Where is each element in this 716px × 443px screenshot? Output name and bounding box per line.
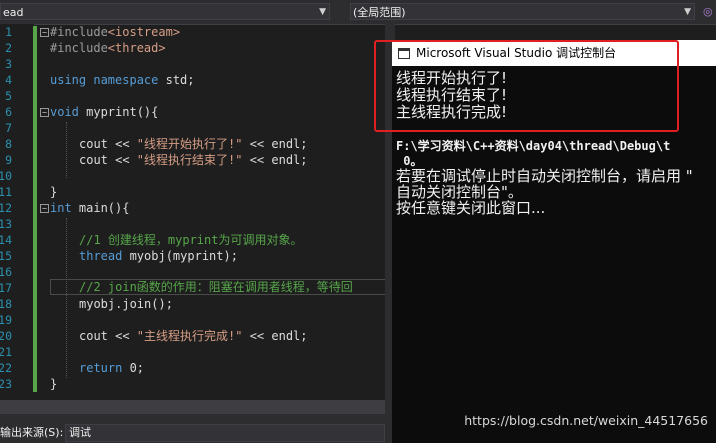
line-number: 20 [0, 329, 12, 343]
line-number: 14 [0, 233, 12, 247]
line-number: 12 [0, 201, 12, 215]
line-number: 11 [0, 185, 12, 199]
code-line-18: myobj.join(); [79, 297, 173, 311]
scope-dropdown-value: (全局范围) [353, 6, 406, 19]
line-number: 15 [0, 249, 12, 263]
code-text: cout << [79, 137, 137, 151]
line-number: 6 [5, 105, 12, 119]
code-text: << endl; [242, 137, 308, 151]
line-number: 23 [0, 377, 12, 391]
indent-guide [66, 218, 67, 378]
line-number: 2 [5, 41, 12, 55]
navigation-icon[interactable]: ◎ [701, 3, 716, 20]
string-literal: "线程执行结束了!" [136, 153, 243, 167]
code-line-14: //1 创建线程，myprint为可调用对象。 [79, 233, 303, 247]
output-source-label: 输出来源(S): [0, 426, 64, 439]
code-text: main(){ [71, 201, 130, 215]
code-line-11: } [50, 185, 58, 199]
project-dropdown-value: ead [3, 6, 24, 19]
chevron-down-icon: ▼ [684, 7, 691, 17]
code-line-6: void myprint(){ [50, 104, 158, 120]
line-number: 18 [0, 297, 12, 311]
line-number: 17 [0, 281, 12, 295]
keyword: return [79, 361, 123, 375]
line-number: 3 [5, 57, 12, 71]
code-line-12: int main(){ [50, 200, 129, 216]
code-text: << endl; [242, 153, 308, 167]
collapse-icon[interactable]: − [40, 28, 49, 37]
navigation-bar: ead ▼ (全局范围) ▼ ◎ [0, 0, 716, 25]
indent-guide [66, 122, 67, 178]
console-output-line: F:\学习资料\C++资料\day04\thread\Debug\t [396, 139, 671, 153]
code-line-9: cout << "线程执行结束了!" << endl; [79, 152, 308, 168]
keyword: using namespace [50, 73, 159, 87]
console-output-line: 若要在调试停止时自动关闭控制台，请启用 " [396, 167, 693, 185]
code-line-8: cout << "线程开始执行了!" << endl; [79, 136, 308, 152]
code-line-20: cout << "主线程执行完成!" << endl; [79, 328, 308, 344]
keyword: void [50, 105, 79, 119]
code-text: 0; [122, 361, 145, 375]
output-source-select[interactable]: 调试 [65, 424, 385, 442]
line-number: 1 [5, 25, 12, 39]
line-number: 8 [5, 137, 12, 151]
collapse-icon[interactable]: − [40, 108, 49, 117]
keyword: int [50, 201, 72, 215]
line-number: 9 [5, 153, 12, 167]
preprocessor-directive: #include [50, 41, 108, 55]
horizontal-scrollbar[interactable] [0, 400, 385, 414]
code-line-4: using namespace std; [50, 72, 195, 88]
line-number: 10 [0, 169, 12, 183]
code-line-23: } [50, 377, 58, 391]
code-line-1: #include<iostream> [50, 24, 180, 40]
line-number-gutter: 1 2 3 4 5 6 7 8 9 10 11 12 13 14 15 16 17 18 19 20 21 22 23 [0, 24, 34, 400]
change-indicator-bar [33, 26, 37, 392]
line-number: 19 [0, 313, 12, 327]
highlight-annotation-box [374, 40, 679, 132]
line-number: 13 [0, 217, 12, 231]
code-text: << endl; [242, 329, 308, 343]
code-line-2: #include<thread> [50, 40, 166, 56]
scope-dropdown[interactable]: (全局范围) ▼ [350, 3, 695, 20]
console-output-line: 按任意键关闭此窗口... [396, 199, 546, 217]
collapse-icon[interactable]: − [40, 204, 49, 213]
code-line-22: return 0; [79, 360, 144, 376]
project-dropdown[interactable]: ead ▼ [0, 3, 330, 20]
line-number: 7 [5, 121, 12, 135]
code-line-15: thread myobj(myprint); [79, 248, 238, 264]
code-text: cout << [79, 329, 137, 343]
chevron-down-icon: ▼ [319, 7, 326, 17]
watermark-url: https://blog.csdn.net/weixin_44517656 [464, 413, 708, 428]
string-literal: "主线程执行完成!" [136, 329, 243, 343]
line-number: 22 [0, 361, 12, 375]
code-line-17: //2 join函数的作用：阻塞在调用者线程，等待回 [79, 280, 353, 294]
include-header: <thread> [107, 41, 166, 55]
preprocessor-directive: #include [50, 25, 108, 39]
keyword: thread [79, 249, 123, 263]
line-number: 16 [0, 265, 12, 279]
code-text: myprint(){ [78, 105, 159, 119]
console-output-line: 自动关闭控制台"。 [396, 183, 523, 201]
code-text: std; [158, 73, 195, 87]
line-number: 21 [0, 345, 12, 359]
code-text: myobj(myprint); [122, 249, 238, 263]
code-text: cout << [79, 153, 137, 167]
string-literal: "线程开始执行了!" [136, 137, 243, 151]
line-number: 4 [5, 73, 12, 87]
line-number: 5 [5, 89, 12, 103]
include-header: <iostream> [107, 25, 181, 39]
